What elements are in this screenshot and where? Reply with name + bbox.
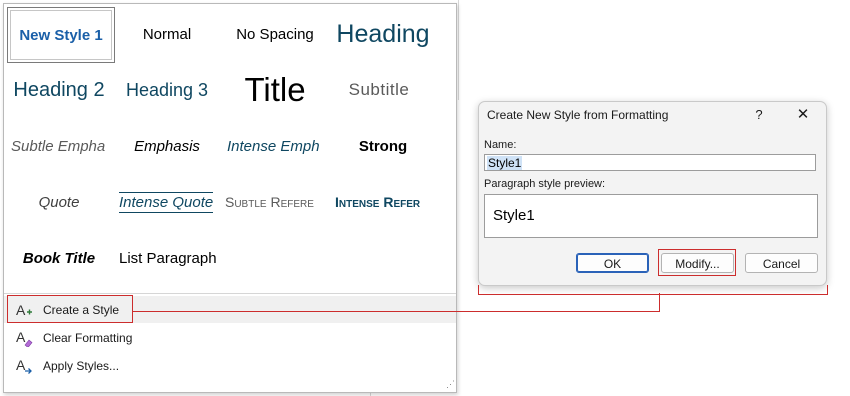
background-divider <box>458 0 459 100</box>
style-tile-intense-emphasis[interactable]: Intense Emph <box>221 119 335 173</box>
style-tile-emphasis[interactable]: Emphasis <box>113 119 221 173</box>
menu-item-label: Apply Styles... <box>43 358 120 373</box>
style-tile-label: Subtitle <box>348 80 410 99</box>
resize-grip-icon[interactable]: ⋰ <box>446 379 455 390</box>
style-tile-quote[interactable]: Quote <box>5 175 113 229</box>
create-style-dialog: Create New Style from Formatting ? ✕ Nam… <box>478 101 827 286</box>
style-tile-label: Intense Quote <box>119 191 214 213</box>
style-tile-label: Intense Emph <box>227 137 320 155</box>
style-tile-intense-quote[interactable]: Intense Quote <box>113 175 227 229</box>
dialog-title: Create New Style from Formatting <box>487 108 669 122</box>
ok-button[interactable]: OK <box>576 253 649 273</box>
style-tile-label: New Style 1 <box>19 26 103 44</box>
cancel-button[interactable]: Cancel <box>745 253 818 273</box>
clear-formatting-menu-item[interactable]: A Clear Formatting <box>4 324 456 351</box>
clear-formatting-icon: A <box>15 329 33 348</box>
style-tile-no-spacing[interactable]: No Spacing <box>221 7 329 61</box>
name-field-value: Style1 <box>487 156 523 170</box>
apply-styles-menu-item[interactable]: A Apply Styles... <box>4 352 456 379</box>
style-tile-strong[interactable]: Strong <box>329 119 437 173</box>
close-icon[interactable]: ✕ <box>792 104 814 126</box>
style-tile-label: No Spacing <box>236 25 314 43</box>
apply-styles-icon: A <box>15 357 33 375</box>
style-tile-list-paragraph[interactable]: List Paragraph <box>113 231 227 285</box>
name-field[interactable]: Style1 <box>484 154 816 171</box>
style-tile-label: Quote <box>38 193 80 211</box>
preview-label: Paragraph style preview: <box>484 178 606 190</box>
style-tile-subtle-emphasis[interactable]: Subtle Empha <box>5 119 119 173</box>
style-tile-label: Heading 2 <box>13 78 105 101</box>
style-tile-normal[interactable]: Normal <box>113 7 221 61</box>
style-tile-label: Heading <box>336 19 430 48</box>
style-tile-label: List Paragraph <box>119 249 217 267</box>
style-tile-label: Subtle Empha <box>11 137 106 155</box>
style-tile-label: Intense Refer <box>335 194 421 210</box>
create-style-highlight <box>7 295 133 323</box>
style-tile-subtle-reference[interactable]: Subtle Refere <box>221 175 333 229</box>
style-tile-heading[interactable]: Heading <box>329 7 437 61</box>
help-icon[interactable]: ? <box>749 104 769 126</box>
connector-line <box>827 285 828 295</box>
style-tile-subtitle[interactable]: Subtitle <box>325 63 433 117</box>
style-tile-heading-2[interactable]: Heading 2 <box>5 63 113 117</box>
name-label: Name: <box>484 139 517 151</box>
styles-gallery: New Style 1 Normal No Spacing Heading He… <box>3 3 457 393</box>
style-tile-book-title[interactable]: Book Title <box>5 231 113 285</box>
style-tile-label: Heading 3 <box>125 79 209 100</box>
paragraph-style-preview: Style1 <box>484 194 818 238</box>
style-tile-label: Emphasis <box>134 137 200 155</box>
menu-item-label: Clear Formatting <box>43 330 133 345</box>
connector-line <box>478 294 828 295</box>
connector-line <box>478 285 479 295</box>
menu-separator <box>4 293 456 294</box>
style-tile-label: Normal <box>142 25 192 43</box>
style-tile-new-style-1[interactable]: New Style 1 <box>7 7 115 63</box>
style-tile-intense-reference[interactable]: Intense Refer <box>329 175 443 229</box>
style-tile-label: Book Title <box>22 249 96 267</box>
style-tile-label: Strong <box>358 137 408 155</box>
connector-line <box>659 293 660 312</box>
modify-button-highlight <box>658 249 736 276</box>
style-tile-heading-3[interactable]: Heading 3 <box>113 63 221 117</box>
style-tile-label: Subtle Refere <box>225 194 314 210</box>
svg-text:A: A <box>16 329 26 345</box>
style-tile-label: Title <box>244 71 306 108</box>
connector-line <box>133 311 660 312</box>
style-tile-title[interactable]: Title <box>221 63 329 117</box>
svg-text:A: A <box>16 357 26 373</box>
